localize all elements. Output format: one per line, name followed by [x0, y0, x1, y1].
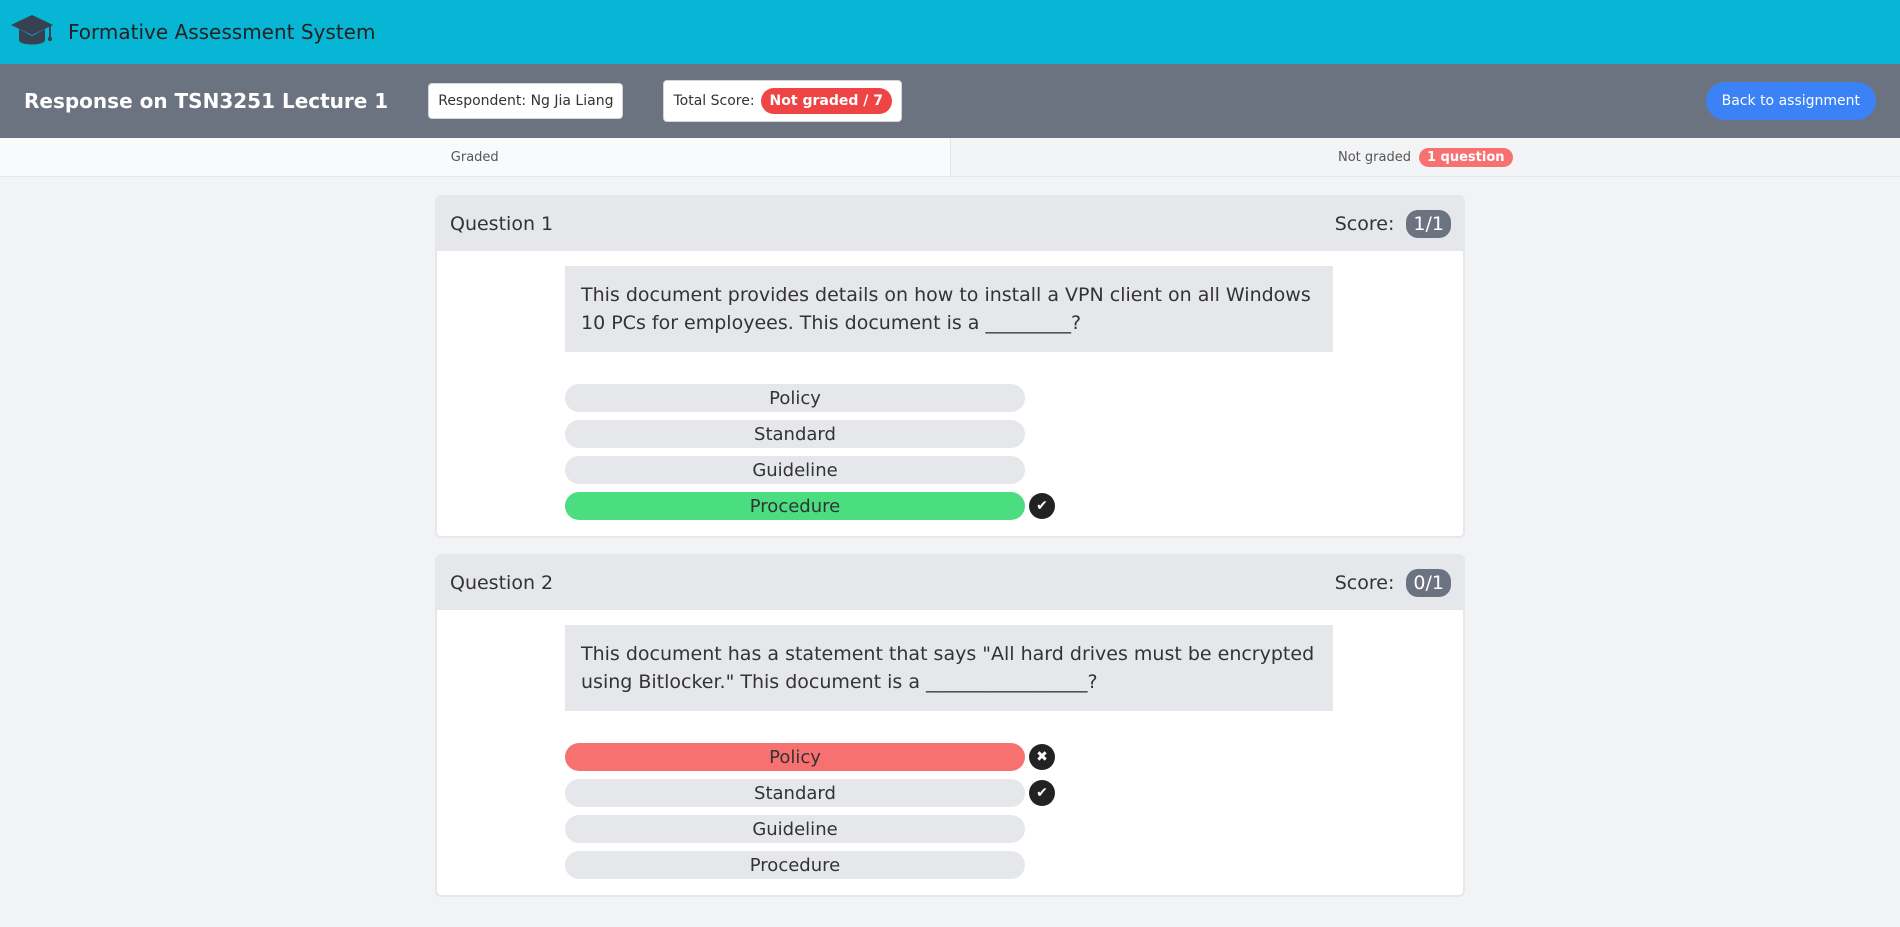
question-header: Question 2 Score: 0/1: [437, 556, 1463, 610]
total-score-badge: Not graded / 7: [760, 88, 892, 114]
question-score: Score: 1/1: [1334, 210, 1451, 238]
option-guideline[interactable]: Guideline: [565, 815, 1025, 843]
option-row: Guideline: [565, 815, 1463, 843]
tab-not-graded-label: Not graded: [1337, 149, 1411, 165]
question-score: Score: 0/1: [1334, 569, 1451, 597]
option-row: Procedure: [565, 851, 1463, 879]
page-title: Response on TSN3251 Lecture 1: [24, 89, 389, 113]
score-pill: 0/1: [1406, 569, 1451, 597]
option-standard[interactable]: Standard: [565, 420, 1025, 448]
question-title: Question 1: [450, 213, 554, 235]
option-row: Guideline: [565, 456, 1463, 484]
grading-tabs: Graded Not graded 1 question: [0, 138, 1900, 177]
total-score-chip: Total Score: Not graded / 7: [663, 80, 902, 122]
total-score-label: Total Score:: [673, 93, 755, 109]
question-card-2: Question 2 Score: 0/1 This document has …: [435, 554, 1465, 897]
option-row: Standard: [565, 420, 1463, 448]
cross-icon: ✖: [1029, 744, 1055, 770]
option-procedure-selected[interactable]: Procedure: [565, 492, 1025, 520]
top-navbar: Formative Assessment System: [0, 0, 1900, 64]
question-prompt: This document has a statement that says …: [565, 625, 1333, 711]
option-row: Procedure ✔: [565, 492, 1463, 520]
check-icon: ✔: [1029, 493, 1055, 519]
option-row: Policy ✖: [565, 743, 1463, 771]
check-icon: ✔: [1029, 780, 1055, 806]
tab-graded[interactable]: Graded: [0, 138, 950, 177]
question-body: This document provides details on how to…: [437, 251, 1463, 536]
question-header: Question 1 Score: 1/1: [437, 197, 1463, 251]
tab-graded-label: Graded: [450, 149, 499, 165]
question-prompt: This document provides details on how to…: [565, 266, 1333, 352]
back-to-assignment-button[interactable]: Back to assignment: [1705, 82, 1876, 120]
question-body: This document has a statement that says …: [437, 610, 1463, 895]
score-pill: 1/1: [1406, 210, 1451, 238]
tab-not-graded[interactable]: Not graded 1 question: [949, 138, 1900, 177]
score-label: Score:: [1334, 213, 1395, 235]
option-row: Policy: [565, 384, 1463, 412]
response-header: Response on TSN3251 Lecture 1 Respondent…: [0, 64, 1900, 138]
option-procedure[interactable]: Procedure: [565, 851, 1025, 879]
question-title: Question 2: [450, 572, 554, 594]
not-graded-count-badge: 1 question: [1418, 147, 1513, 167]
option-policy[interactable]: Policy: [565, 384, 1025, 412]
option-row: Standard ✔: [565, 779, 1463, 807]
question-card-1: Question 1 Score: 1/1 This document prov…: [435, 195, 1465, 538]
questions-list: Question 1 Score: 1/1 This document prov…: [435, 195, 1465, 897]
respondent-chip: Respondent: Ng Jia Liang: [428, 83, 624, 119]
option-standard[interactable]: Standard: [565, 779, 1025, 807]
app-title: Formative Assessment System: [68, 20, 376, 44]
respondent-label: Respondent: Ng Jia Liang: [438, 93, 614, 109]
option-policy-selected[interactable]: Policy: [565, 743, 1025, 771]
graduation-cap-icon: [11, 15, 53, 45]
option-guideline[interactable]: Guideline: [565, 456, 1025, 484]
score-label: Score:: [1334, 572, 1395, 594]
